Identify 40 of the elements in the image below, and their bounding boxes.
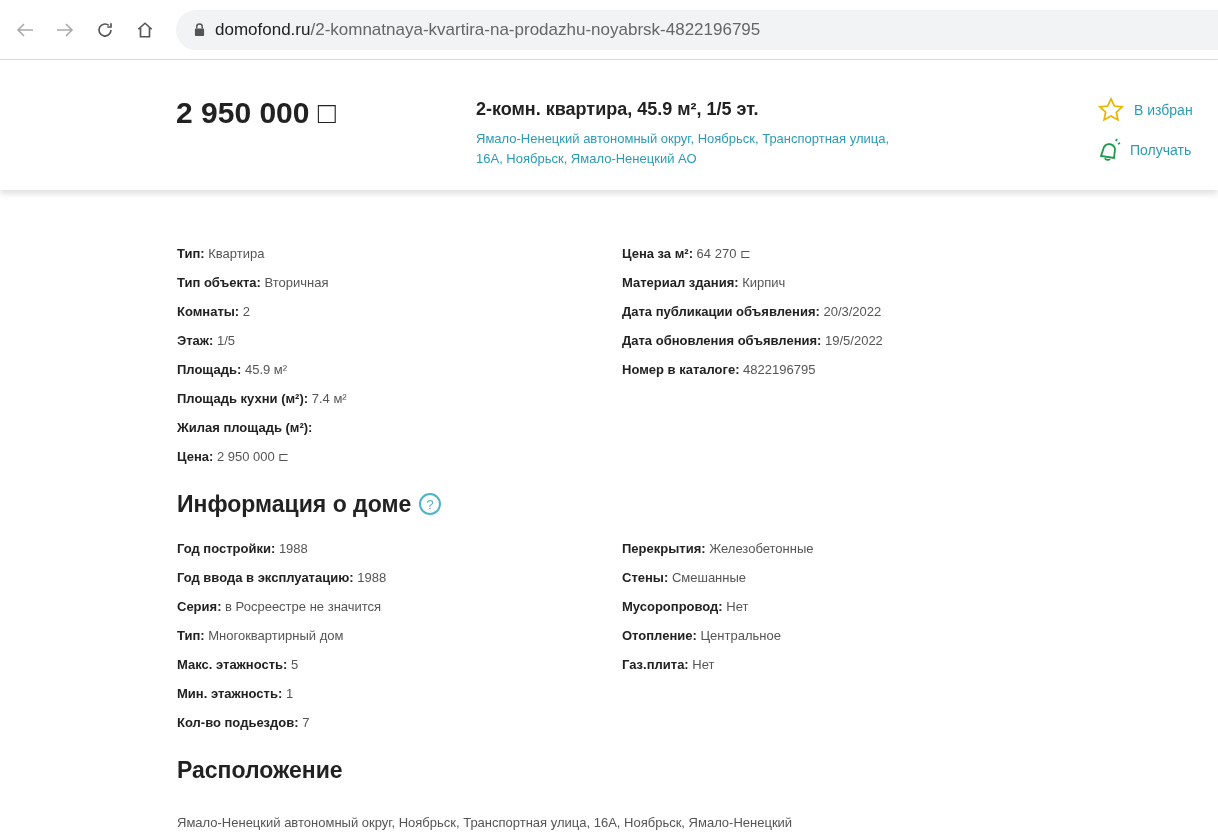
- detail-row: Дата публикации объявления: 20/3/2022: [622, 303, 883, 320]
- address-link[interactable]: Ямало-Ненецкий автономный округ, Ноябрьск, Транспортная улица, 16А, Ноябрьск, Ямало-Ненецкий АО: [476, 129, 916, 169]
- section-heading: Расположение: [177, 755, 344, 785]
- listing-title: 2-комн. квартира, 45.9 м², 1/5 эт.: [476, 98, 760, 121]
- detail-row-text: Тип объекта: Вторичная: [177, 274, 330, 291]
- detail-row-text: Цена: 2 950 000 ⊏: [177, 448, 291, 465]
- detail-row-text: Газ.плита: Нет: [622, 655, 716, 673]
- detail-row-text: Тип: Квартира: [177, 245, 266, 262]
- home-icon[interactable]: [136, 20, 154, 39]
- section-heading: Информация о доме: [177, 490, 412, 519]
- detail-row-text: Жилая площадь (м²):: [177, 419, 314, 436]
- detail-row-text: Кол-во подьездов: 7: [177, 713, 311, 731]
- detail-row-text: Комнаты: 2: [177, 303, 252, 320]
- detail-row-text: Тип: Многоквартирный дом: [177, 626, 345, 644]
- detail-row-text: Отопление: Центральное: [622, 626, 782, 644]
- detail-row-text: Мин. этажность: 1: [177, 684, 295, 702]
- detail-row-text: Мусоропровод: Нет: [622, 597, 750, 615]
- action-link[interactable]: Получать: [1130, 139, 1192, 161]
- detail-row: Дата обновления объявления: 19/5/2022: [622, 332, 883, 349]
- detail-row-text: Год ввода в эксплуатацию: 1988: [177, 568, 388, 586]
- detail-row-text: Серия: в Росреестре не значится: [177, 597, 383, 615]
- detail-row-text: Год постройки: 1988: [177, 539, 309, 557]
- price-text: 2 950 000 □: [176, 96, 337, 131]
- detail-row-text: Цена за м²: 64 270 ⊏: [622, 245, 752, 262]
- action-link[interactable]: В избран: [1134, 99, 1193, 121]
- url-text: domofond.ru/2-komnatnaya-kvartira-na-prodazhu-noyabrsk-4822196795: [215, 18, 761, 41]
- detail-row-text: Номер в каталоге: 4822196795: [622, 361, 817, 378]
- lock-icon: [194, 23, 205, 36]
- star-icon: [1096, 96, 1126, 124]
- detail-row-text: Этаж: 1/5: [177, 332, 237, 349]
- reload-icon[interactable]: [96, 20, 114, 39]
- help-icon[interactable]: ?: [419, 493, 442, 516]
- address-bar[interactable]: domofond.ru/2-komnatnaya-kvartira-na-prodazhu-noyabrsk-4822196795: [176, 9, 1218, 50]
- detail-row: Перекрытия: Железобетонные: [622, 539, 814, 557]
- detail-row-text: Материал здания: Кирпич: [622, 274, 787, 291]
- location-address: Ямало-Ненецкий автономный округ, Ноябрьск, Транспортная улица, 16А, Ноябрьск, Ямало-Ненецкий: [177, 814, 794, 832]
- detail-row-text: Площадь: 45.9 м²: [177, 361, 289, 378]
- detail-row-text: Площадь кухни (м²): 7.4 м²: [177, 390, 348, 407]
- detail-row-text: Макс. этажность: 5: [177, 655, 300, 673]
- detail-row-text: Стены: Смешанные: [622, 568, 748, 586]
